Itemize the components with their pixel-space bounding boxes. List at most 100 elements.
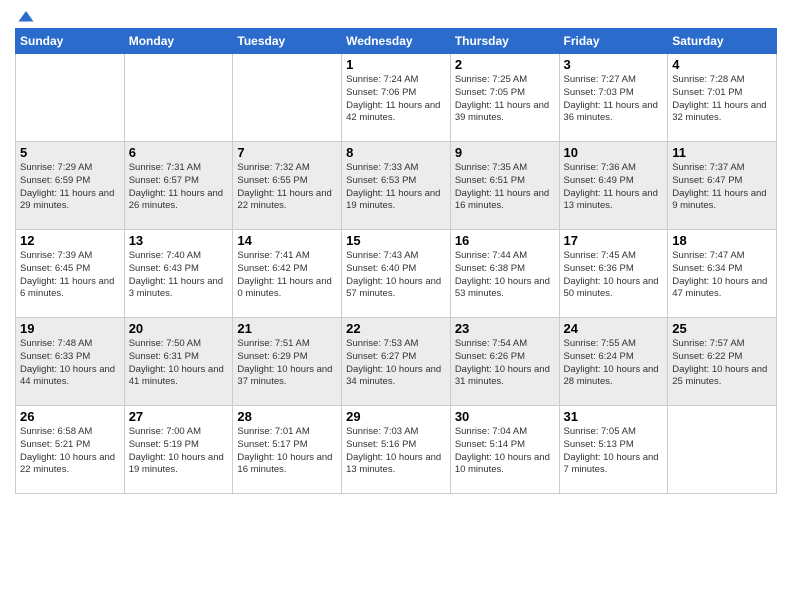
calendar-cell: 21 Sunrise: 7:51 AM Sunset: 6:29 PM Dayli… xyxy=(233,318,342,406)
day-info: Sunrise: 7:05 AM Sunset: 5:13 PM Dayligh… xyxy=(564,426,664,477)
day-number: 8 xyxy=(346,145,446,160)
day-number: 3 xyxy=(564,57,664,72)
day-number: 20 xyxy=(129,321,229,336)
calendar-cell: 25 Sunrise: 7:57 AM Sunset: 6:22 PM Dayli… xyxy=(668,318,777,406)
day-number: 25 xyxy=(672,321,772,336)
day-number: 1 xyxy=(346,57,446,72)
calendar-cell: 30 Sunrise: 7:04 AM Sunset: 5:14 PM Dayli… xyxy=(450,406,559,494)
calendar-cell: 19 Sunrise: 7:48 AM Sunset: 6:33 PM Dayli… xyxy=(16,318,125,406)
day-number: 30 xyxy=(455,409,555,424)
logo-icon xyxy=(17,8,35,26)
calendar-cell: 15 Sunrise: 7:43 AM Sunset: 6:40 PM Dayli… xyxy=(342,230,451,318)
calendar-cell: 4 Sunrise: 7:28 AM Sunset: 7:01 PM Daylig… xyxy=(668,54,777,142)
week-row-4: 19 Sunrise: 7:48 AM Sunset: 6:33 PM Dayli… xyxy=(16,318,777,406)
calendar-cell: 14 Sunrise: 7:41 AM Sunset: 6:42 PM Dayli… xyxy=(233,230,342,318)
week-row-5: 26 Sunrise: 6:58 AM Sunset: 5:21 PM Dayli… xyxy=(16,406,777,494)
calendar-cell: 11 Sunrise: 7:37 AM Sunset: 6:47 PM Dayli… xyxy=(668,142,777,230)
calendar-cell: 31 Sunrise: 7:05 AM Sunset: 5:13 PM Dayli… xyxy=(559,406,668,494)
day-info: Sunrise: 7:00 AM Sunset: 5:19 PM Dayligh… xyxy=(129,426,229,477)
day-info: Sunrise: 7:43 AM Sunset: 6:40 PM Dayligh… xyxy=(346,250,446,301)
day-info: Sunrise: 7:35 AM Sunset: 6:51 PM Dayligh… xyxy=(455,162,555,213)
calendar-cell: 2 Sunrise: 7:25 AM Sunset: 7:05 PM Daylig… xyxy=(450,54,559,142)
day-info: Sunrise: 7:41 AM Sunset: 6:42 PM Dayligh… xyxy=(237,250,337,301)
day-info: Sunrise: 7:47 AM Sunset: 6:34 PM Dayligh… xyxy=(672,250,772,301)
calendar-cell: 6Sunrise: 7:31 AM Sunset: 6:57 PM Daylig… xyxy=(124,142,233,230)
weekday-header-tuesday: Tuesday xyxy=(233,29,342,54)
calendar-cell: 18 Sunrise: 7:47 AM Sunset: 6:34 PM Dayli… xyxy=(668,230,777,318)
day-info: Sunrise: 7:51 AM Sunset: 6:29 PM Dayligh… xyxy=(237,338,337,389)
calendar-cell: 24 Sunrise: 7:55 AM Sunset: 6:24 PM Dayli… xyxy=(559,318,668,406)
day-number: 4 xyxy=(672,57,772,72)
day-number: 10 xyxy=(564,145,664,160)
day-number: 5 xyxy=(20,145,120,160)
day-info: Sunrise: 7:31 AM Sunset: 6:57 PM Dayligh… xyxy=(129,162,229,213)
day-info: Sunrise: 7:44 AM Sunset: 6:38 PM Dayligh… xyxy=(455,250,555,301)
day-number: 2 xyxy=(455,57,555,72)
day-info: Sunrise: 7:40 AM Sunset: 6:43 PM Dayligh… xyxy=(129,250,229,301)
calendar-cell xyxy=(668,406,777,494)
day-info: Sunrise: 7:37 AM Sunset: 6:47 PM Dayligh… xyxy=(672,162,772,213)
day-info: Sunrise: 7:27 AM Sunset: 7:03 PM Dayligh… xyxy=(564,74,664,125)
day-number: 12 xyxy=(20,233,120,248)
calendar-cell: 16Sunrise: 7:44 AM Sunset: 6:38 PM Dayli… xyxy=(450,230,559,318)
page: SundayMondayTuesdayWednesdayThursdayFrid… xyxy=(0,0,792,504)
weekday-header-saturday: Saturday xyxy=(668,29,777,54)
day-number: 7 xyxy=(237,145,337,160)
day-info: Sunrise: 7:53 AM Sunset: 6:27 PM Dayligh… xyxy=(346,338,446,389)
calendar-cell: 5 Sunrise: 7:29 AM Sunset: 6:59 PM Daylig… xyxy=(16,142,125,230)
week-row-3: 12 Sunrise: 7:39 AM Sunset: 6:45 PM Dayli… xyxy=(16,230,777,318)
calendar-cell: 29Sunrise: 7:03 AM Sunset: 5:16 PM Dayli… xyxy=(342,406,451,494)
day-info: Sunrise: 7:28 AM Sunset: 7:01 PM Dayligh… xyxy=(672,74,772,125)
day-number: 18 xyxy=(672,233,772,248)
day-number: 19 xyxy=(20,321,120,336)
day-number: 9 xyxy=(455,145,555,160)
day-info: Sunrise: 7:29 AM Sunset: 6:59 PM Dayligh… xyxy=(20,162,120,213)
calendar-cell: 22 Sunrise: 7:53 AM Sunset: 6:27 PM Dayli… xyxy=(342,318,451,406)
calendar-cell xyxy=(233,54,342,142)
day-number: 31 xyxy=(564,409,664,424)
day-number: 29 xyxy=(346,409,446,424)
day-info: Sunrise: 7:54 AM Sunset: 6:26 PM Dayligh… xyxy=(455,338,555,389)
weekday-header-row: SundayMondayTuesdayWednesdayThursdayFrid… xyxy=(16,29,777,54)
weekday-header-thursday: Thursday xyxy=(450,29,559,54)
calendar-table: SundayMondayTuesdayWednesdayThursdayFrid… xyxy=(15,28,777,494)
day-number: 23 xyxy=(455,321,555,336)
day-number: 22 xyxy=(346,321,446,336)
day-number: 26 xyxy=(20,409,120,424)
day-info: Sunrise: 7:39 AM Sunset: 6:45 PM Dayligh… xyxy=(20,250,120,301)
week-row-1: 1 Sunrise: 7:24 AM Sunset: 7:06 PM Daylig… xyxy=(16,54,777,142)
calendar-cell: 9 Sunrise: 7:35 AM Sunset: 6:51 PM Daylig… xyxy=(450,142,559,230)
day-info: Sunrise: 7:57 AM Sunset: 6:22 PM Dayligh… xyxy=(672,338,772,389)
day-info: Sunrise: 7:04 AM Sunset: 5:14 PM Dayligh… xyxy=(455,426,555,477)
day-number: 21 xyxy=(237,321,337,336)
day-number: 13 xyxy=(129,233,229,248)
day-number: 17 xyxy=(564,233,664,248)
day-info: Sunrise: 7:32 AM Sunset: 6:55 PM Dayligh… xyxy=(237,162,337,213)
day-info: Sunrise: 6:58 AM Sunset: 5:21 PM Dayligh… xyxy=(20,426,120,477)
calendar-cell: 8 Sunrise: 7:33 AM Sunset: 6:53 PM Daylig… xyxy=(342,142,451,230)
day-info: Sunrise: 7:25 AM Sunset: 7:05 PM Dayligh… xyxy=(455,74,555,125)
logo xyxy=(15,10,35,28)
calendar-cell: 3 Sunrise: 7:27 AM Sunset: 7:03 PM Daylig… xyxy=(559,54,668,142)
calendar-cell xyxy=(16,54,125,142)
calendar-cell: 17Sunrise: 7:45 AM Sunset: 6:36 PM Dayli… xyxy=(559,230,668,318)
day-number: 11 xyxy=(672,145,772,160)
calendar-cell: 7 Sunrise: 7:32 AM Sunset: 6:55 PM Daylig… xyxy=(233,142,342,230)
weekday-header-monday: Monday xyxy=(124,29,233,54)
day-info: Sunrise: 7:55 AM Sunset: 6:24 PM Dayligh… xyxy=(564,338,664,389)
calendar-cell: 12 Sunrise: 7:39 AM Sunset: 6:45 PM Dayli… xyxy=(16,230,125,318)
day-number: 27 xyxy=(129,409,229,424)
weekday-header-sunday: Sunday xyxy=(16,29,125,54)
day-info: Sunrise: 7:24 AM Sunset: 7:06 PM Dayligh… xyxy=(346,74,446,125)
calendar-cell: 23 Sunrise: 7:54 AM Sunset: 6:26 PM Dayli… xyxy=(450,318,559,406)
day-info: Sunrise: 7:50 AM Sunset: 6:31 PM Dayligh… xyxy=(129,338,229,389)
calendar-cell: 1 Sunrise: 7:24 AM Sunset: 7:06 PM Daylig… xyxy=(342,54,451,142)
calendar-cell: 26 Sunrise: 6:58 AM Sunset: 5:21 PM Dayli… xyxy=(16,406,125,494)
day-info: Sunrise: 7:33 AM Sunset: 6:53 PM Dayligh… xyxy=(346,162,446,213)
day-number: 14 xyxy=(237,233,337,248)
calendar-cell: 13 Sunrise: 7:40 AM Sunset: 6:43 PM Dayli… xyxy=(124,230,233,318)
day-info: Sunrise: 7:48 AM Sunset: 6:33 PM Dayligh… xyxy=(20,338,120,389)
calendar-cell: 28Sunrise: 7:01 AM Sunset: 5:17 PM Dayli… xyxy=(233,406,342,494)
day-number: 24 xyxy=(564,321,664,336)
day-number: 15 xyxy=(346,233,446,248)
